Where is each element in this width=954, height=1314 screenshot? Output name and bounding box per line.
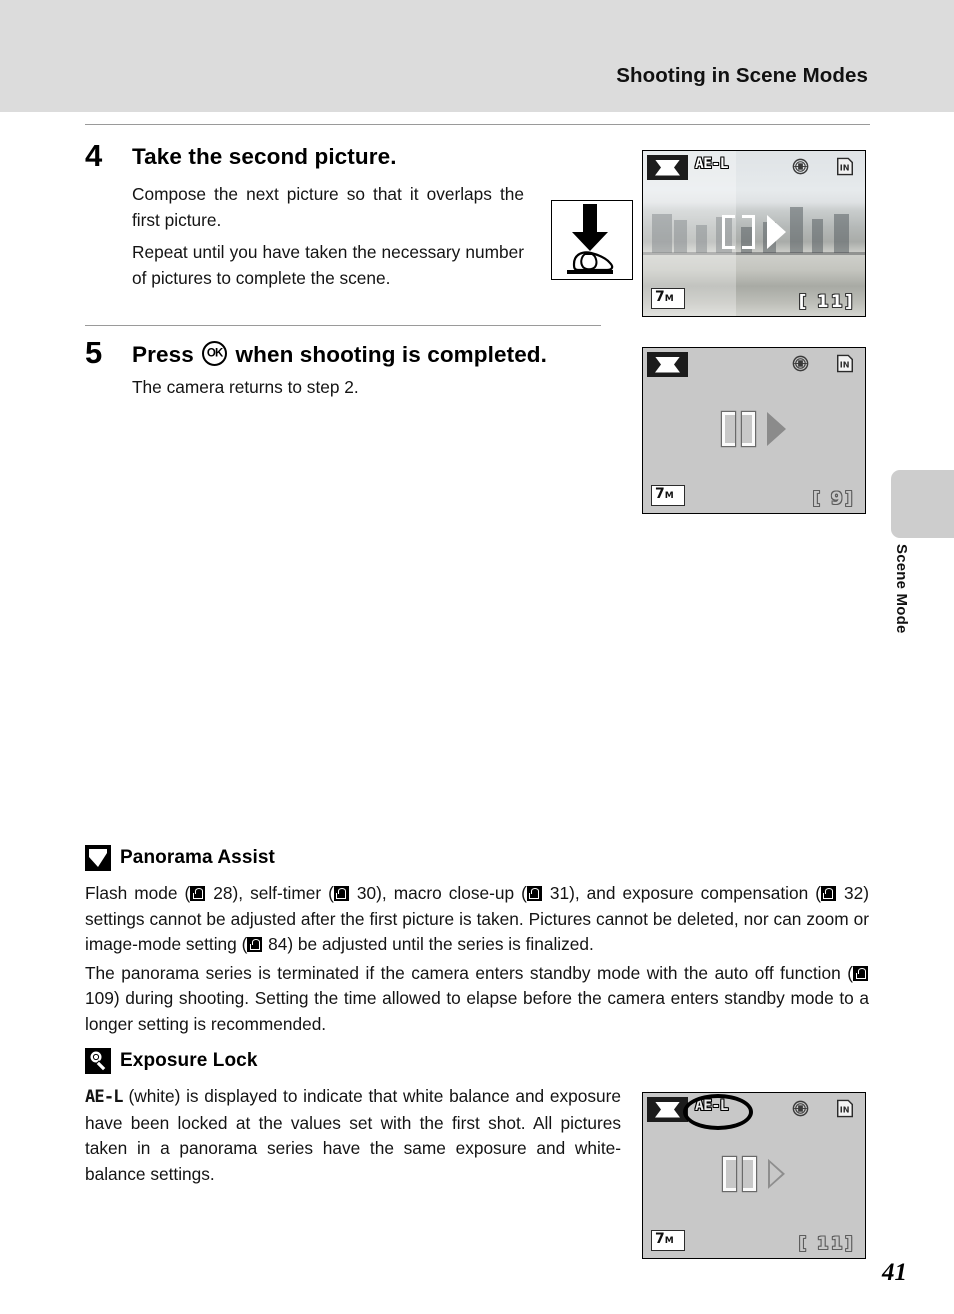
step-4-number: 4 xyxy=(85,138,103,173)
ae-lock-indicator: AE-L xyxy=(695,156,728,172)
page-reference-icon xyxy=(853,965,868,981)
finger-press-icon xyxy=(567,204,614,274)
step-5-title-after: when shooting is completed. xyxy=(235,342,548,367)
battery-icon xyxy=(792,355,809,372)
note-panorama-header: Panorama Assist xyxy=(85,845,869,871)
page-reference-icon xyxy=(247,937,263,952)
ae-lock-inline-label: AE-L xyxy=(85,1087,124,1107)
note-exposure-title: Exposure Lock xyxy=(120,1050,258,1071)
svg-text:IN: IN xyxy=(840,164,850,173)
page-header-band xyxy=(0,0,954,112)
step-4-paragraph-1: Compose the next picture so that it over… xyxy=(132,184,524,230)
focus-brackets xyxy=(722,411,786,446)
internal-memory-icon: IN xyxy=(837,157,853,176)
svg-text:IN: IN xyxy=(840,361,850,370)
step-4-title: Take the second picture. xyxy=(132,144,397,169)
note-panorama-paragraph-2: The panorama series is terminated if the… xyxy=(85,962,869,1034)
internal-memory-icon: IN xyxy=(837,1099,853,1118)
camera-screen-ae-lock: AE-L IN 7M [ 11] xyxy=(642,1092,866,1259)
shutter-press-illustration xyxy=(551,200,633,280)
step-5-title-before: Press xyxy=(132,342,194,367)
image-size-value: 7 xyxy=(655,486,665,502)
focus-brackets xyxy=(723,1156,785,1191)
shots-remaining-counter: [ 11] xyxy=(798,292,855,311)
note-exposure-header: Exposure Lock xyxy=(85,1048,869,1074)
step-5-number: 5 xyxy=(85,335,103,370)
image-size-unit: M xyxy=(664,1236,674,1246)
chapter-tab xyxy=(891,470,954,538)
battery-icon xyxy=(792,158,809,175)
page-title: Shooting in Scene Modes xyxy=(616,64,868,87)
svg-text:IN: IN xyxy=(840,1106,850,1115)
panorama-assist-icon xyxy=(647,352,688,377)
chapter-tab-label: Scene Mode xyxy=(893,544,910,634)
image-size-unit: M xyxy=(664,491,674,501)
image-size-value: 7 xyxy=(655,289,665,305)
page-reference-icon xyxy=(820,886,836,901)
ok-button-icon: OK xyxy=(202,341,228,366)
tip-lightbulb-icon xyxy=(85,1048,111,1074)
panorama-assist-icon xyxy=(647,1097,688,1122)
battery-icon xyxy=(792,1100,809,1117)
camera-screen-ready: IN 7M [ 9] xyxy=(642,347,866,514)
divider-top xyxy=(85,124,870,125)
note-exposure-body: AE-L (white) is displayed to indicate th… xyxy=(85,1084,621,1187)
panorama-assist-icon xyxy=(647,155,688,180)
image-size-indicator: 7M xyxy=(651,288,685,309)
pan-direction-right-arrow-icon xyxy=(768,1159,785,1189)
pan-direction-right-arrow-icon xyxy=(767,214,786,249)
note-panorama-body: Flash mode ( 28), self-timer ( 30), macr… xyxy=(85,881,869,1037)
ae-lock-highlight-ellipse xyxy=(683,1094,753,1130)
page-reference-icon xyxy=(190,886,206,901)
camera-screen-second-picture: AE-L IN 7M [ 11] xyxy=(642,150,866,317)
internal-memory-icon: IN xyxy=(837,354,853,373)
image-size-indicator: 7M xyxy=(651,1230,685,1251)
step-5-paragraph-1: The camera returns to step 2. xyxy=(132,377,359,397)
image-size-indicator: 7M xyxy=(651,485,685,506)
image-size-value: 7 xyxy=(655,1231,665,1247)
page-number: 41 xyxy=(882,1259,907,1286)
image-size-unit: M xyxy=(664,294,674,304)
page-reference-icon xyxy=(333,886,349,901)
page-reference-icon xyxy=(526,886,542,901)
note-exposure-paragraph-1: AE-L (white) is displayed to indicate th… xyxy=(85,1086,621,1184)
shots-remaining-counter: [ 9] xyxy=(812,489,855,508)
caution-checkmark-icon xyxy=(85,845,111,871)
shots-remaining-counter: [ 11] xyxy=(798,1234,855,1253)
step-4-paragraph-2: Repeat until you have taken the necessar… xyxy=(132,242,524,288)
focus-brackets xyxy=(722,214,786,249)
note-panorama-paragraph-1: Flash mode ( 28), self-timer ( 30), macr… xyxy=(85,883,869,954)
step-5-title: Press OK when shooting is completed. xyxy=(132,341,547,368)
pan-direction-right-arrow-icon xyxy=(767,411,786,446)
note-panorama-title: Panorama Assist xyxy=(120,847,275,868)
divider-step5 xyxy=(85,325,601,326)
note-panorama-assist: Panorama Assist Flash mode ( 28), self-t… xyxy=(85,845,869,1040)
